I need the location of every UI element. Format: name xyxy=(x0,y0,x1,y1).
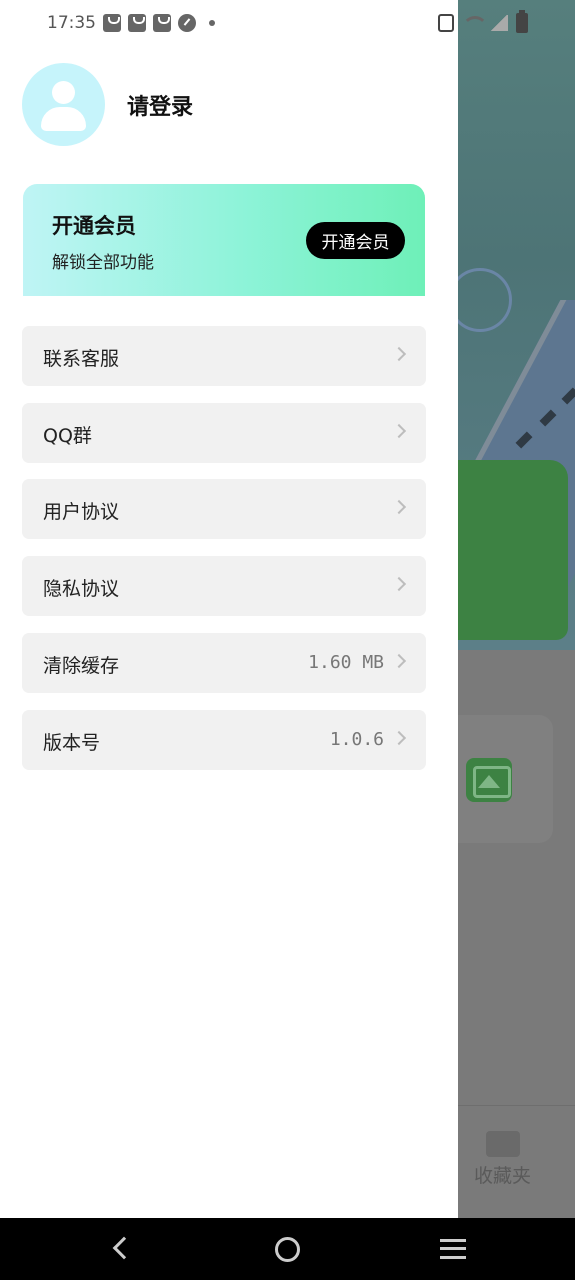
status-time: 17:35 xyxy=(47,13,96,33)
system-navigation-bar xyxy=(0,1218,575,1280)
menu-item-clear-cache[interactable]: 清除缓存 1.60 MB xyxy=(22,633,426,693)
menu-item-version[interactable]: 版本号 1.0.6 xyxy=(22,710,426,770)
wifi-icon xyxy=(462,14,488,32)
home-icon[interactable] xyxy=(275,1237,300,1262)
chevron-right-icon xyxy=(391,576,407,592)
menu-item-label: 用户协议 xyxy=(43,501,120,523)
shopping-bag-icon xyxy=(103,14,121,32)
avatar-body-icon xyxy=(41,107,86,131)
menu-item-user-agreement[interactable]: 用户协议 xyxy=(22,479,426,539)
background-tab-bar: 收藏夹 xyxy=(458,1105,575,1218)
menu-item-qq-group[interactable]: QQ群 xyxy=(22,403,426,463)
chevron-right-icon xyxy=(391,346,407,362)
background-green-shape xyxy=(458,460,568,640)
user-avatar[interactable] xyxy=(22,63,105,146)
menu-item-label: 联系客服 xyxy=(43,348,120,370)
avatar-head-icon xyxy=(52,81,75,104)
more-notifications-dot-icon xyxy=(209,20,215,26)
system-icons xyxy=(438,10,528,33)
chevron-right-icon xyxy=(391,423,407,439)
menu-item-label: 清除缓存 xyxy=(43,655,120,677)
vip-subtitle: 解锁全部功能 xyxy=(52,253,154,273)
shopping-bag-icon xyxy=(128,14,146,32)
image-icon xyxy=(466,758,512,802)
signal-icon xyxy=(490,15,508,31)
shopping-bag-icon xyxy=(153,14,171,32)
open-vip-button[interactable]: 开通会员 xyxy=(306,222,405,259)
battery-icon xyxy=(516,10,528,33)
back-icon[interactable] xyxy=(112,1236,136,1260)
recents-menu-icon[interactable] xyxy=(440,1239,466,1259)
vip-card[interactable]: 开通会员 解锁全部功能 开通会员 xyxy=(23,184,425,296)
menu-item-privacy-policy[interactable]: 隐私协议 xyxy=(22,556,426,616)
status-bar: 17:35 xyxy=(0,0,575,48)
notification-icons xyxy=(103,14,215,32)
tab-favorites-label: 收藏夹 xyxy=(474,1165,532,1187)
vip-title: 开通会员 xyxy=(52,214,136,238)
chevron-right-icon xyxy=(391,730,407,746)
chevron-right-icon xyxy=(391,499,407,515)
cache-size-value: 1.60 MB xyxy=(308,652,384,673)
menu-item-label: 隐私协议 xyxy=(43,578,120,600)
gauge-icon xyxy=(178,14,196,32)
login-prompt[interactable]: 请登录 xyxy=(127,89,193,121)
menu-item-customer-service[interactable]: 联系客服 xyxy=(22,326,426,386)
side-drawer: 请登录 开通会员 解锁全部功能 开通会员 联系客服 QQ群 用户协议 隐私协议 … xyxy=(0,0,458,1218)
chevron-right-icon xyxy=(391,653,407,669)
version-value: 1.0.6 xyxy=(329,729,384,750)
menu-item-label: 版本号 xyxy=(43,732,101,754)
menu-item-label: QQ群 xyxy=(43,425,92,447)
folder-icon xyxy=(486,1131,520,1157)
vibrate-icon xyxy=(438,14,454,32)
